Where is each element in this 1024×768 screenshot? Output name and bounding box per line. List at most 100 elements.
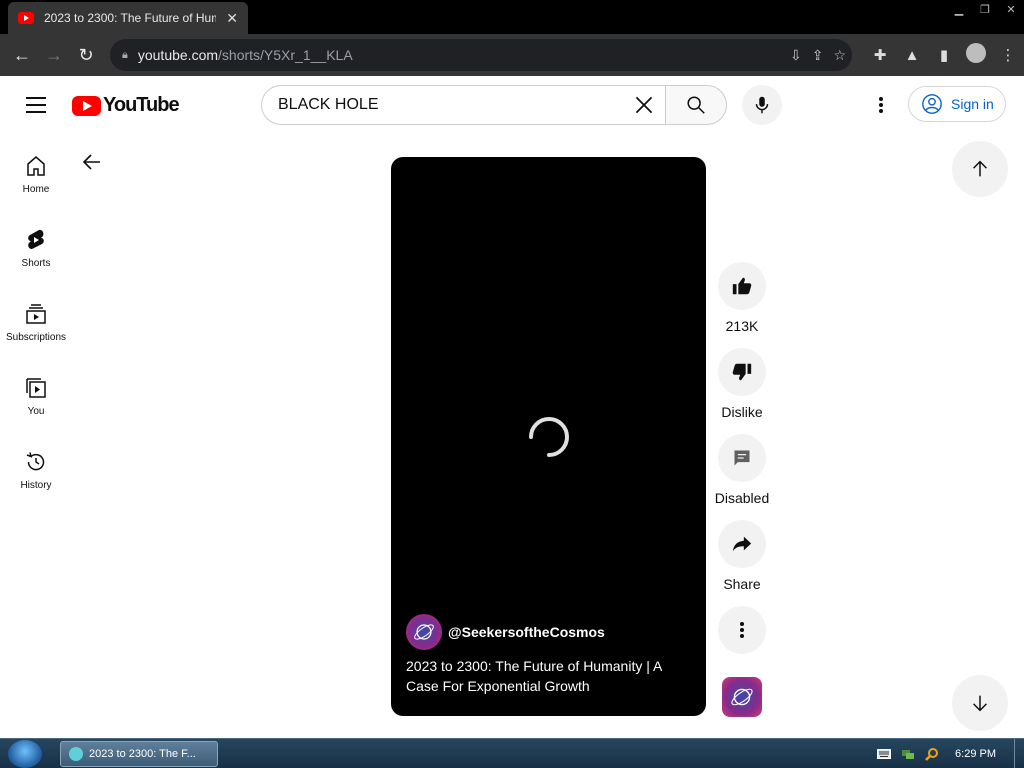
window-controls: ▁ ❐ ✕ bbox=[946, 0, 1024, 18]
extension-icons: ✚ ▲ ▮ ⋮ bbox=[864, 34, 1024, 76]
search-tray-icon[interactable] bbox=[925, 747, 939, 761]
back-nav-icon[interactable]: ← bbox=[6, 39, 38, 71]
chrome-taskbar-icon bbox=[69, 747, 83, 761]
guide-item-history[interactable]: History bbox=[0, 440, 72, 514]
reload-icon[interactable]: ↻ bbox=[70, 39, 102, 71]
more-options-button[interactable] bbox=[718, 606, 766, 654]
extensions-icon[interactable]: ✚ bbox=[864, 46, 896, 64]
more-action bbox=[710, 606, 774, 654]
install-icon[interactable]: ⇩ bbox=[790, 47, 802, 64]
microphone-icon bbox=[755, 96, 769, 114]
planet-logo-icon bbox=[731, 688, 753, 706]
youtube-masthead: YouTube BLACK HOLE Sign in bbox=[0, 76, 1024, 134]
minimize-icon[interactable]: ▁ bbox=[946, 0, 972, 18]
back-arrow-icon[interactable] bbox=[80, 150, 104, 174]
short-title[interactable]: 2023 to 2300: The Future of Humanity | A… bbox=[406, 656, 696, 696]
restore-icon[interactable]: ❐ bbox=[972, 0, 998, 18]
chrome-menu-icon[interactable]: ⋮ bbox=[992, 46, 1024, 64]
guide-label-subscriptions: Subscriptions bbox=[5, 332, 67, 343]
taskbar-window-button[interactable]: 2023 to 2300: The F... bbox=[60, 741, 218, 767]
tab-title: 2023 to 2300: The Future of Huma bbox=[44, 11, 216, 25]
guide-item-home[interactable]: Home bbox=[0, 144, 72, 218]
account-icon bbox=[922, 94, 942, 114]
taskbar-window-label: 2023 to 2300: The F... bbox=[89, 748, 196, 760]
browser-tab-strip: 2023 to 2300: The Future of Huma ✕ ▁ ❐ ✕ bbox=[0, 0, 1024, 34]
start-button-icon[interactable] bbox=[8, 740, 42, 768]
profile-icon[interactable] bbox=[960, 43, 992, 67]
share-action: Share bbox=[710, 520, 774, 596]
guide-menu-icon[interactable] bbox=[26, 97, 46, 113]
dislike-button[interactable] bbox=[718, 348, 766, 396]
guide-label-you: You bbox=[27, 406, 45, 417]
browser-toolbar: ← → ↻ 🔒︎ youtube.com/shorts/Y5Xr_1__KLA … bbox=[0, 34, 1024, 76]
arrow-down-icon bbox=[973, 695, 987, 712]
search-button[interactable] bbox=[665, 85, 727, 125]
dislike-action: Dislike bbox=[710, 348, 774, 424]
loading-spinner-icon bbox=[529, 417, 569, 457]
channel-handle[interactable]: @SeekersoftheCosmos bbox=[448, 624, 605, 640]
shorts-player[interactable]: @SeekersoftheCosmos 2023 to 2300: The Fu… bbox=[391, 157, 706, 716]
address-bar[interactable]: 🔒︎ youtube.com/shorts/Y5Xr_1__KLA ⇩ ⇪ ☆ bbox=[110, 39, 852, 71]
youtube-favicon-icon bbox=[18, 12, 34, 24]
system-tray: 6:29 PM bbox=[877, 739, 1024, 768]
subscriptions-icon bbox=[26, 304, 46, 324]
shorts-actions: 213K Dislike Disabled Share bbox=[710, 262, 774, 664]
guide-label-history: History bbox=[20, 480, 52, 491]
thumbs-down-icon bbox=[732, 363, 752, 381]
tab-close-icon[interactable]: ✕ bbox=[226, 10, 238, 27]
keyboard-icon[interactable] bbox=[877, 749, 892, 759]
arrow-up-icon bbox=[973, 160, 987, 177]
omnibox-actions: ⇩ ⇪ ☆ bbox=[790, 39, 846, 71]
comment-icon bbox=[734, 450, 750, 466]
lock-icon[interactable]: 🔒︎ bbox=[122, 49, 128, 62]
channel-avatar[interactable] bbox=[406, 614, 442, 650]
side-panel-icon[interactable]: ▮ bbox=[928, 46, 960, 64]
next-short-button[interactable] bbox=[952, 675, 1008, 731]
shorts-icon bbox=[28, 229, 44, 249]
share-page-icon[interactable]: ⇪ bbox=[812, 47, 824, 64]
windows-taskbar: 2023 to 2300: The F... 6:29 PM bbox=[0, 738, 1024, 768]
labs-flask-icon[interactable]: ▲ bbox=[896, 47, 928, 64]
guide-item-you[interactable]: You bbox=[0, 366, 72, 440]
forward-nav-icon[interactable]: → bbox=[38, 39, 70, 71]
clear-search-icon[interactable] bbox=[631, 92, 657, 118]
guide-item-shorts[interactable]: Shorts bbox=[0, 218, 72, 292]
show-desktop-button[interactable] bbox=[1014, 739, 1024, 768]
planet-logo-icon bbox=[414, 624, 434, 640]
youtube-logo[interactable]: YouTube bbox=[72, 94, 180, 117]
close-window-icon[interactable]: ✕ bbox=[998, 0, 1024, 18]
comments-button[interactable] bbox=[718, 434, 766, 482]
logo-text: YouTube bbox=[103, 94, 180, 116]
search-input[interactable]: BLACK HOLE bbox=[261, 85, 665, 125]
comments-label: Disabled bbox=[714, 490, 770, 506]
more-vert-icon bbox=[879, 97, 883, 113]
like-count: 213K bbox=[725, 318, 759, 334]
previous-short-button[interactable] bbox=[952, 141, 1008, 197]
guide-label-shorts: Shorts bbox=[21, 258, 51, 269]
like-action: 213K bbox=[710, 262, 774, 338]
sign-in-label: Sign in bbox=[951, 96, 994, 112]
more-vert-icon bbox=[740, 622, 744, 638]
youtube-play-icon bbox=[72, 95, 101, 116]
sound-thumbnail[interactable] bbox=[722, 677, 762, 717]
guide-label-home: Home bbox=[22, 184, 50, 195]
home-icon bbox=[27, 156, 45, 176]
you-icon bbox=[26, 378, 46, 398]
bookmark-star-icon[interactable]: ☆ bbox=[833, 47, 846, 64]
search-icon bbox=[687, 96, 705, 114]
thumbs-up-icon bbox=[732, 277, 752, 295]
voice-search-button[interactable] bbox=[742, 85, 782, 125]
history-icon bbox=[26, 452, 45, 471]
browser-tab[interactable]: 2023 to 2300: The Future of Huma ✕ bbox=[8, 2, 248, 34]
share-button[interactable] bbox=[718, 520, 766, 568]
search-query: BLACK HOLE bbox=[278, 96, 379, 113]
channel-info[interactable]: @SeekersoftheCosmos bbox=[406, 614, 605, 650]
share-label: Share bbox=[723, 576, 761, 592]
dislike-label: Dislike bbox=[721, 404, 763, 420]
like-button[interactable] bbox=[718, 262, 766, 310]
taskbar-clock[interactable]: 6:29 PM bbox=[955, 748, 996, 760]
guide-item-subscriptions[interactable]: Subscriptions bbox=[0, 292, 72, 366]
sign-in-button[interactable]: Sign in bbox=[908, 86, 1006, 122]
settings-more-button[interactable] bbox=[866, 90, 896, 120]
network-icon[interactable] bbox=[901, 748, 915, 760]
